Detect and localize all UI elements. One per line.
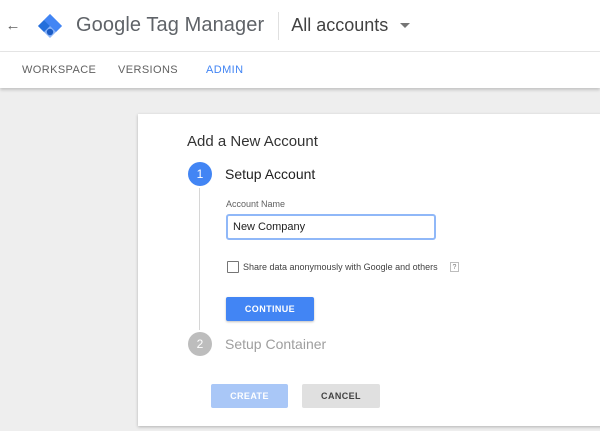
- tag-manager-logo-svg: [38, 13, 62, 38]
- caret-down-icon: [400, 23, 411, 28]
- create-button[interactable]: CREATE: [211, 384, 288, 408]
- tag-manager-logo-icon[interactable]: [36, 12, 64, 40]
- account-name-input[interactable]: [226, 214, 436, 240]
- step-1-indicator: 1: [188, 162, 212, 186]
- add-account-card: Add a New Account 1 Setup Account Accoun…: [138, 114, 600, 426]
- step-connector-line: [199, 188, 200, 330]
- top-app-bar: ← Google Tag Manager All accounts: [0, 0, 600, 52]
- cancel-button[interactable]: CANCEL: [302, 384, 380, 408]
- account-picker[interactable]: All accounts: [291, 15, 411, 36]
- continue-button[interactable]: CONTINUE: [226, 297, 314, 321]
- tab-admin[interactable]: ADMIN: [206, 64, 243, 76]
- account-name-label: Account Name: [226, 199, 286, 209]
- help-icon[interactable]: ?: [450, 262, 459, 272]
- share-data-label[interactable]: Share data anonymously with Google and o…: [243, 262, 438, 272]
- product-name: Google Tag Manager: [76, 14, 265, 36]
- step-2-indicator: 2: [188, 332, 212, 356]
- card-title: Add a New Account: [187, 133, 318, 150]
- tab-workspace[interactable]: WORKSPACE: [22, 64, 96, 76]
- nav-tabs: WORKSPACE VERSIONS ADMIN: [0, 52, 600, 88]
- tab-versions[interactable]: VERSIONS: [118, 64, 178, 76]
- header-divider: [278, 11, 280, 40]
- share-data-checkbox[interactable]: [227, 261, 239, 273]
- step-1-title: Setup Account: [225, 166, 316, 182]
- back-arrow-icon[interactable]: ←: [0, 0, 26, 52]
- step-2-title: Setup Container: [225, 336, 327, 352]
- account-picker-label: All accounts: [291, 15, 389, 35]
